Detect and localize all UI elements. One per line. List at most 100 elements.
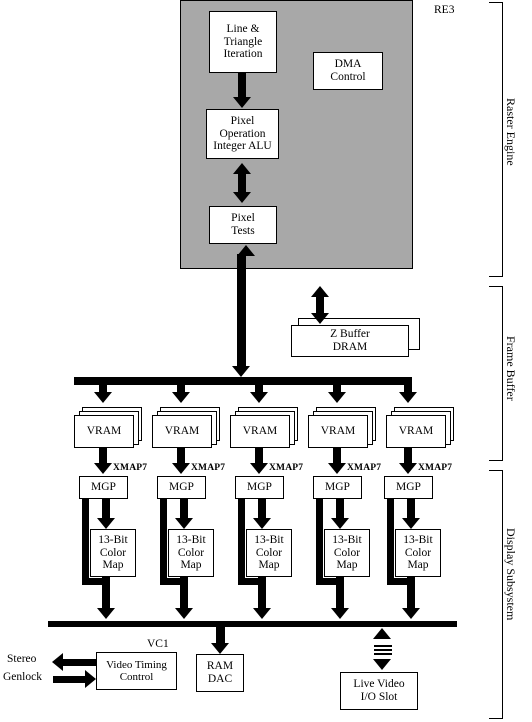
arrow-alu-tests-head-down <box>233 192 251 203</box>
block-live-video-io-slot-label: Live Video I/O Slot <box>353 678 405 703</box>
arrow-mgp-to-colormap-head-1 <box>97 518 115 529</box>
block-color-map-4[interactable]: 13-Bit Color Map <box>324 529 370 577</box>
block-vram-label-2: VRAM <box>164 425 200 438</box>
arrow-vram-to-mgp-head-2 <box>172 463 190 474</box>
mgp-bypass-leg-2 <box>160 499 167 585</box>
block-pixel-tests[interactable]: Pixel Tests <box>209 206 277 244</box>
arrow-zbuffer-head-down <box>311 313 329 324</box>
bracket-frame-buffer <box>489 286 503 461</box>
block-color-map-1[interactable]: 13-Bit Color Map <box>90 529 136 577</box>
arrow-genlock-head <box>85 670 96 688</box>
section-label-display-subsystem: Display Subsystem <box>504 528 518 621</box>
arrow-column-to-bus-shaft-3 <box>258 585 266 609</box>
arrow-column-to-bus-shaft-2 <box>180 585 188 609</box>
block-mgp-label-2: MGP <box>169 481 194 494</box>
video-output-bus <box>48 621 457 627</box>
block-mgp-label-4: MGP <box>325 481 350 494</box>
block-mgp-label-3: MGP <box>247 481 272 494</box>
block-video-timing-control[interactable]: Video Timing Control <box>96 652 177 690</box>
xmap7-label-4: XMAP7 <box>347 463 382 473</box>
block-live-video-io-slot[interactable]: Live Video I/O Slot <box>340 672 418 710</box>
bracket-display-subsystem <box>489 470 503 719</box>
block-color-map-3[interactable]: 13-Bit Color Map <box>246 529 292 577</box>
arrow-mgp-to-colormap-head-2 <box>175 518 193 529</box>
section-label-frame-buffer: Frame Buffer <box>504 336 518 401</box>
block-mgp-2[interactable]: MGP <box>157 476 206 499</box>
block-line-triangle-iteration[interactable]: Line & Triangle Iteration <box>209 11 277 73</box>
block-vram-5[interactable]: VRAM <box>386 415 446 448</box>
vram-drop-head-1 <box>94 392 112 403</box>
arrow-iteration-to-alu-head <box>233 97 251 108</box>
block-mgp-4[interactable]: MGP <box>313 476 362 499</box>
block-line-triangle-iteration-label: Line & Triangle Iteration <box>223 22 263 61</box>
arrow-stereo-head <box>52 653 63 671</box>
arrow-mgp-to-colormap-head-3 <box>253 518 271 529</box>
arrow-live-video-head-up <box>373 628 391 639</box>
arrow-column-to-bus-head-4 <box>331 608 349 619</box>
block-mgp-label-5: MGP <box>396 481 421 494</box>
mgp-bypass-leg-1 <box>82 499 89 585</box>
block-pixel-tests-label: Pixel Tests <box>231 212 255 237</box>
arrow-rasterengine-framebuffer-shaft <box>237 254 246 368</box>
arrow-zbuffer-shaft <box>316 295 324 315</box>
block-vram-3[interactable]: VRAM <box>230 415 290 448</box>
arrow-column-to-bus-shaft-4 <box>336 585 344 609</box>
block-color-map-label-4: 13-Bit Color Map <box>332 533 362 572</box>
block-dma-control[interactable]: DMA Control <box>313 52 383 90</box>
block-video-timing-control-label: Video Timing Control <box>106 658 167 683</box>
block-ram-dac[interactable]: RAM DAC <box>196 654 244 692</box>
block-z-buffer-dram[interactable]: Z Buffer DRAM <box>291 325 409 357</box>
xmap7-label-1: XMAP7 <box>113 463 148 473</box>
arrow-vram-to-mgp-head-1 <box>94 463 112 474</box>
mgp-bypass-leg-4 <box>316 499 323 585</box>
block-color-map-label-2: 13-Bit Color Map <box>176 533 206 572</box>
arrow-column-to-bus-head-2 <box>175 608 193 619</box>
re3-chip-label: RE3 <box>434 4 455 16</box>
block-z-buffer-dram-label: Z Buffer DRAM <box>330 328 370 353</box>
arrow-genlock-shaft <box>53 676 86 683</box>
block-vram-label-4: VRAM <box>320 425 356 438</box>
arrow-mgp-to-colormap-head-4 <box>331 518 349 529</box>
vram-distribution-bus <box>74 377 412 385</box>
arrow-rasterengine-framebuffer-head-down <box>232 366 250 377</box>
vram-drop-head-3 <box>250 392 268 403</box>
xmap7-label-5: XMAP7 <box>418 463 453 473</box>
genlock-label: Genlock <box>3 671 42 683</box>
xmap7-label-3: XMAP7 <box>269 463 304 473</box>
arrow-vram-to-mgp-head-4 <box>328 463 346 474</box>
block-color-map-label-1: 13-Bit Color Map <box>98 533 128 572</box>
block-color-map-label-3: 13-Bit Color Map <box>254 533 284 572</box>
block-diagram: RE3 Line & Triangle Iteration DMA Contro… <box>0 0 532 722</box>
section-label-raster-engine: Raster Engine <box>504 98 518 166</box>
block-pixel-operation-integer-alu-label: Pixel Operation Integer ALU <box>213 114 272 153</box>
block-vram-label-1: VRAM <box>86 425 122 438</box>
mgp-bypass-leg-3 <box>238 499 245 585</box>
bracket-raster-engine <box>489 2 503 277</box>
block-vram-2[interactable]: VRAM <box>152 415 212 448</box>
arrow-alu-tests-shaft <box>238 172 246 194</box>
arrow-mgp-to-colormap-head-5 <box>402 518 420 529</box>
block-pixel-operation-integer-alu[interactable]: Pixel Operation Integer ALU <box>206 109 279 159</box>
block-vram-1[interactable]: VRAM <box>74 415 134 448</box>
arrow-column-to-bus-head-3 <box>253 608 271 619</box>
mgp-bypass-leg-5 <box>387 499 394 585</box>
arrow-column-to-bus-shaft-5 <box>407 585 415 609</box>
block-color-map-2[interactable]: 13-Bit Color Map <box>168 529 214 577</box>
block-mgp-label-1: MGP <box>91 481 116 494</box>
arrow-iteration-to-alu-shaft <box>238 73 246 99</box>
block-vram-label-3: VRAM <box>242 425 278 438</box>
block-ram-dac-label: RAM DAC <box>206 660 234 685</box>
arrow-stereo-shaft <box>63 659 97 666</box>
block-dma-control-label: DMA Control <box>330 58 366 83</box>
block-color-map-5[interactable]: 13-Bit Color Map <box>395 529 441 577</box>
block-mgp-5[interactable]: MGP <box>384 476 433 499</box>
block-color-map-label-5: 13-Bit Color Map <box>403 533 433 572</box>
block-mgp-3[interactable]: MGP <box>235 476 284 499</box>
stereo-label: Stereo <box>7 653 37 665</box>
arrow-bus-to-ramdac-head <box>211 643 229 654</box>
arrow-vram-to-mgp-head-5 <box>399 463 417 474</box>
block-vram-4[interactable]: VRAM <box>308 415 368 448</box>
arrow-column-to-bus-head-1 <box>97 608 115 619</box>
vc1-chip-label: VC1 <box>147 638 169 650</box>
block-mgp-1[interactable]: MGP <box>79 476 128 499</box>
